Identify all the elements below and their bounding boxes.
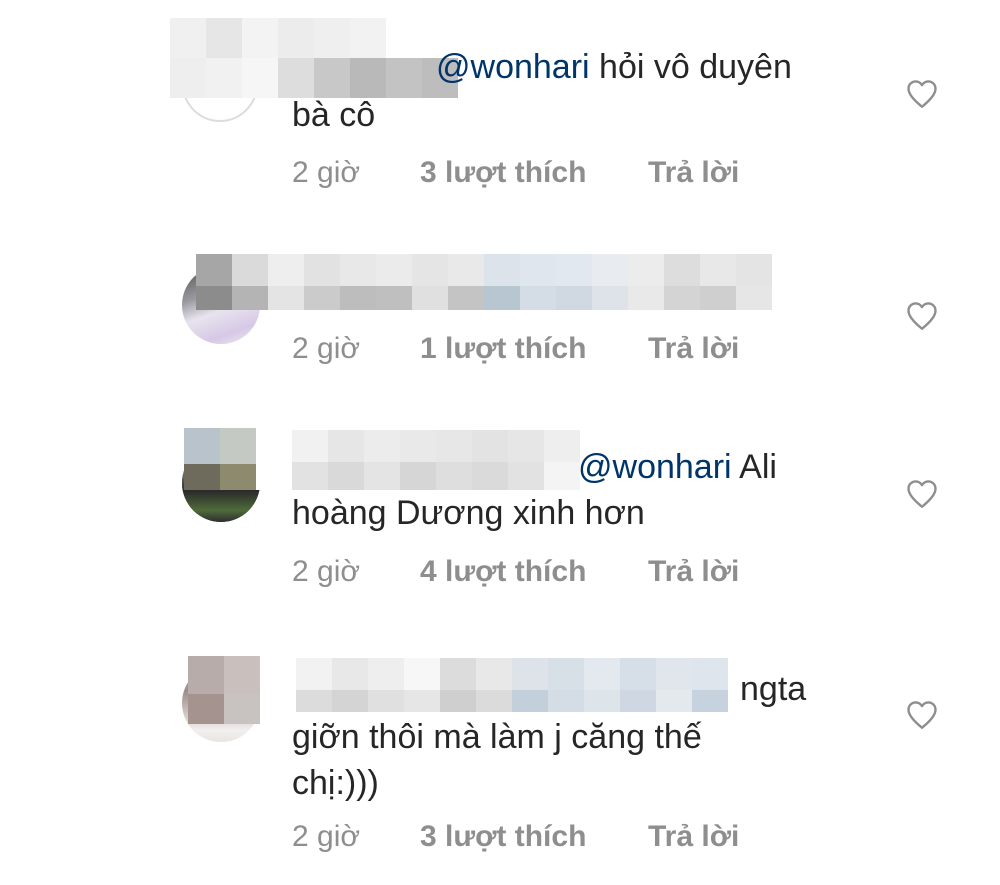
reply-button[interactable]: Trả lời bbox=[648, 156, 739, 190]
heart-outline-icon[interactable] bbox=[904, 76, 940, 112]
heart-outline-icon[interactable] bbox=[904, 298, 940, 334]
comment-text-line: bà cô bbox=[292, 96, 376, 134]
reply-button[interactable]: Trả lời bbox=[648, 555, 739, 589]
reply-button[interactable]: Trả lời bbox=[648, 820, 739, 854]
comment-text: @wonhari Ali bbox=[578, 444, 878, 490]
comment-meta: 2 giờ 4 lượt thích Trả lời bbox=[292, 555, 739, 589]
comment-text-line: ngta bbox=[740, 670, 807, 708]
like-count-link[interactable]: 1 lượt thích bbox=[420, 332, 648, 366]
blurred-username bbox=[196, 254, 772, 310]
mention-link[interactable]: @wonhari bbox=[436, 48, 590, 86]
comment-meta: 2 giờ 1 lượt thích Trả lời bbox=[292, 332, 739, 366]
heart-outline-icon[interactable] bbox=[904, 476, 940, 512]
like-count-link[interactable]: 3 lượt thích bbox=[420, 156, 648, 190]
comment-text-line: Ali bbox=[731, 448, 777, 486]
blurred-username bbox=[188, 656, 296, 724]
blurred-username bbox=[170, 18, 458, 98]
comment-text-line: hỏi vô duyên bbox=[589, 48, 792, 86]
comment-text-line: chị:))) bbox=[292, 764, 379, 802]
like-count-link[interactable]: 3 lượt thích bbox=[420, 820, 648, 854]
timestamp: 2 giờ bbox=[292, 156, 361, 189]
timestamp: 2 giờ bbox=[292, 332, 361, 365]
heart-outline-icon[interactable] bbox=[904, 697, 940, 733]
comment-meta: 2 giờ 3 lượt thích Trả lời bbox=[292, 820, 739, 854]
blurred-username bbox=[184, 428, 292, 490]
blurred-username bbox=[296, 658, 728, 712]
comment-text: ngta bbox=[740, 666, 900, 712]
timestamp: 2 giờ bbox=[292, 555, 361, 588]
blurred-username bbox=[292, 430, 580, 490]
mention-link[interactable]: @wonhari bbox=[578, 448, 732, 486]
like-count-link[interactable]: 4 lượt thích bbox=[420, 555, 648, 589]
comment-text: hoàng Dương xinh hơn bbox=[292, 490, 852, 536]
reply-button[interactable]: Trả lời bbox=[648, 332, 739, 366]
comment-text-line: giỡn thôi mà làm j căng thế bbox=[292, 718, 702, 756]
comment-text: giỡn thôi mà làm j căng thế bbox=[292, 714, 852, 760]
comment-text: chị:))) bbox=[292, 760, 852, 806]
comment-text: bà cô bbox=[292, 92, 852, 138]
comment-meta: 2 giờ 3 lượt thích Trả lời bbox=[292, 156, 739, 190]
comment-text-line: hoàng Dương xinh hơn bbox=[292, 494, 645, 532]
timestamp: 2 giờ bbox=[292, 820, 361, 853]
